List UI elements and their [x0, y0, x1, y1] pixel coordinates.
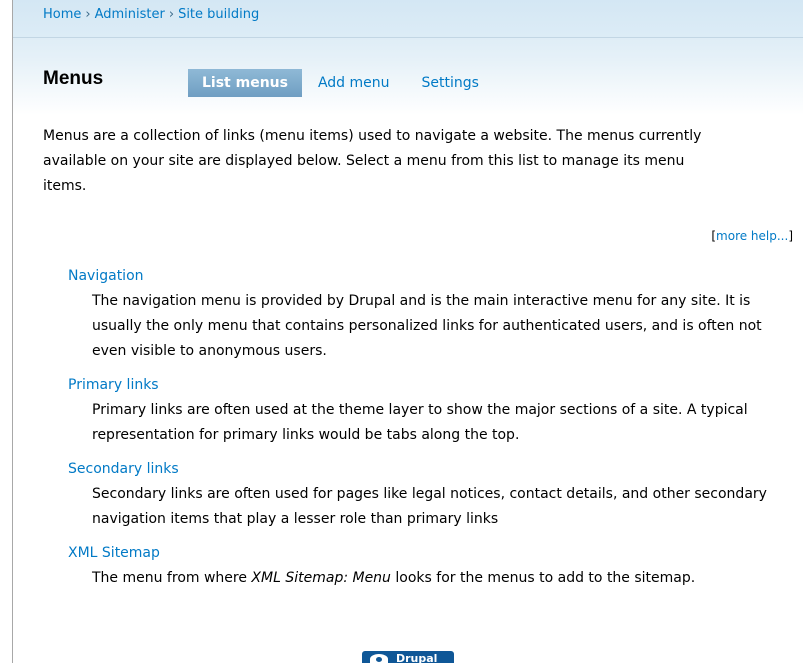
powered-by-drupal-badge[interactable]: Drupal: [362, 651, 454, 663]
menu-item: Primary links Primary links are often us…: [68, 374, 798, 448]
menu-description: The menu from where XML Sitemap: Menu lo…: [92, 566, 798, 591]
badge-label: Drupal: [396, 652, 438, 663]
more-help-link[interactable]: more help...: [716, 229, 788, 243]
more-help: [more help...]: [711, 229, 793, 243]
breadcrumb-site-building-link[interactable]: Site building: [178, 7, 259, 22]
breadcrumb-separator: ›: [85, 7, 91, 22]
menu-list: Navigation The navigation menu is provid…: [68, 265, 798, 601]
breadcrumb-home-link[interactable]: Home: [43, 7, 81, 22]
breadcrumb-separator: ›: [168, 7, 175, 22]
menu-description-emphasis: XML Sitemap: Menu: [251, 570, 391, 586]
tab-list-menus[interactable]: List menus: [188, 69, 302, 97]
menu-item: Navigation The navigation menu is provid…: [68, 265, 798, 364]
menu-link-xml-sitemap[interactable]: XML Sitemap: [68, 542, 798, 564]
menu-item: XML Sitemap The menu from where XML Site…: [68, 542, 798, 591]
breadcrumb-bar: Home › Administer › Site building: [13, 0, 803, 38]
intro-text: Menus are a collection of links (menu it…: [43, 128, 702, 194]
breadcrumb-administer-link[interactable]: Administer: [95, 7, 165, 22]
menu-link-primary-links[interactable]: Primary links: [68, 374, 798, 396]
tab-settings[interactable]: Settings: [406, 69, 495, 97]
menu-description: The navigation menu is provided by Drupa…: [92, 293, 762, 359]
tab-bar: List menus Add menu Settings: [188, 69, 495, 97]
drupal-drop-icon: [370, 654, 388, 663]
menu-description-part: The menu from where: [92, 570, 252, 586]
main-content: Menus are a collection of links (menu it…: [43, 124, 793, 586]
menu-description: Primary links are often used at the them…: [92, 402, 748, 443]
page-title: Menus: [43, 68, 104, 89]
menu-link-secondary-links[interactable]: Secondary links: [68, 458, 798, 480]
menu-link-navigation[interactable]: Navigation: [68, 265, 798, 287]
menu-description: Secondary links are often used for pages…: [92, 486, 767, 527]
page-frame: Home › Administer › Site building Menus List…: [12, 0, 803, 663]
menu-item: Secondary links Secondary links are ofte…: [68, 458, 798, 532]
breadcrumb: Home › Administer › Site building: [43, 7, 259, 22]
menu-description-part: looks for the menus to add to the sitema…: [390, 570, 696, 586]
tab-add-menu[interactable]: Add menu: [302, 69, 406, 97]
